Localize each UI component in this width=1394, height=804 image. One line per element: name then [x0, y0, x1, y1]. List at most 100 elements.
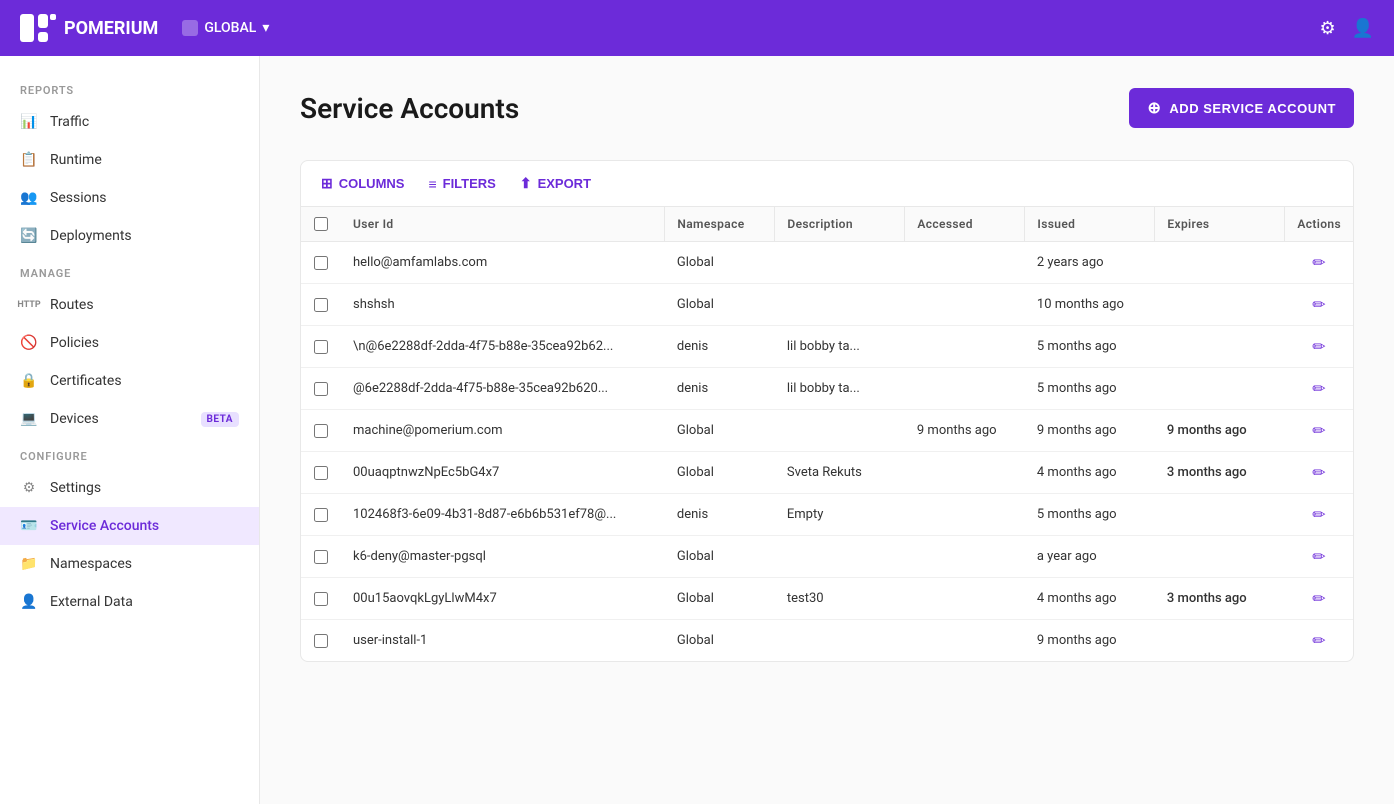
row-checkbox-cell[interactable]	[301, 536, 341, 578]
filters-button[interactable]: ≡ FILTERS	[428, 176, 495, 192]
cell-userid: 00uaqptnwzNpEc5bG4x7	[341, 452, 665, 494]
row-checkbox[interactable]	[314, 424, 328, 438]
table-row: hello@amfamlabs.com Global 2 years ago ✏	[301, 242, 1353, 284]
edit-icon[interactable]: ✏	[1312, 421, 1325, 440]
edit-icon[interactable]: ✏	[1312, 631, 1325, 650]
sidebar-item-traffic[interactable]: 📊 Traffic	[0, 103, 259, 141]
edit-icon[interactable]: ✏	[1312, 379, 1325, 398]
sidebar-item-settings[interactable]: ⚙ Settings	[0, 469, 259, 507]
service-accounts-icon: 🪪	[20, 517, 38, 535]
row-checkbox-cell[interactable]	[301, 452, 341, 494]
row-checkbox-cell[interactable]	[301, 578, 341, 620]
cell-issued: 2 years ago	[1025, 242, 1155, 284]
row-checkbox[interactable]	[314, 466, 328, 480]
user-icon[interactable]: 👤	[1352, 18, 1374, 39]
sidebar-item-service-accounts[interactable]: 🪪 Service Accounts	[0, 507, 259, 545]
cell-accessed	[905, 536, 1025, 578]
table-row: user-install-1 Global 9 months ago ✏	[301, 620, 1353, 662]
row-checkbox-cell[interactable]	[301, 242, 341, 284]
cell-expires: 9 months ago	[1155, 410, 1285, 452]
edit-icon[interactable]: ✏	[1312, 337, 1325, 356]
cell-issued: 4 months ago	[1025, 452, 1155, 494]
cell-issued: 5 months ago	[1025, 494, 1155, 536]
col-header-actions: Actions	[1285, 207, 1353, 242]
row-checkbox-cell[interactable]	[301, 620, 341, 662]
sidebar-item-label: Routes	[50, 297, 94, 313]
page-title: Service Accounts	[300, 92, 519, 125]
cell-userid: 102468f3-6e09-4b31-8d87-e6b6b531ef78@...	[341, 494, 665, 536]
cell-actions[interactable]: ✏	[1285, 326, 1353, 368]
select-all-checkbox[interactable]	[314, 217, 328, 231]
row-checkbox[interactable]	[314, 256, 328, 270]
namespace-selector[interactable]: GLOBAL ▾	[182, 20, 269, 36]
col-header-accessed: Accessed	[905, 207, 1025, 242]
edit-icon[interactable]: ✏	[1312, 589, 1325, 608]
cell-issued: 5 months ago	[1025, 368, 1155, 410]
row-checkbox-cell[interactable]	[301, 410, 341, 452]
cell-actions[interactable]: ✏	[1285, 410, 1353, 452]
settings-icon[interactable]: ⚙	[1319, 18, 1335, 39]
cell-issued: 4 months ago	[1025, 578, 1155, 620]
devices-icon: 💻	[20, 410, 38, 428]
edit-icon[interactable]: ✏	[1312, 295, 1325, 314]
sidebar-item-sessions[interactable]: 👥 Sessions	[0, 179, 259, 217]
table-row: 00uaqptnwzNpEc5bG4x7 Global Sveta Rekuts…	[301, 452, 1353, 494]
cell-expires	[1155, 536, 1285, 578]
cell-actions[interactable]: ✏	[1285, 494, 1353, 536]
row-checkbox[interactable]	[314, 508, 328, 522]
cell-actions[interactable]: ✏	[1285, 452, 1353, 494]
sidebar-item-policies[interactable]: 🚫 Policies	[0, 324, 259, 362]
select-all-header[interactable]	[301, 207, 341, 242]
cell-actions[interactable]: ✏	[1285, 620, 1353, 662]
row-checkbox[interactable]	[314, 634, 328, 648]
add-service-account-button[interactable]: ⊕ ADD SERVICE ACCOUNT	[1129, 88, 1354, 128]
sidebar-item-external-data[interactable]: 👤 External Data	[0, 583, 259, 621]
cell-namespace: Global	[665, 242, 775, 284]
cell-issued: a year ago	[1025, 536, 1155, 578]
cell-accessed	[905, 368, 1025, 410]
cell-description: test30	[775, 578, 905, 620]
edit-icon[interactable]: ✏	[1312, 547, 1325, 566]
edit-icon[interactable]: ✏	[1312, 505, 1325, 524]
cell-actions[interactable]: ✏	[1285, 578, 1353, 620]
cell-namespace: Global	[665, 452, 775, 494]
edit-icon[interactable]: ✏	[1312, 253, 1325, 272]
sidebar-item-runtime[interactable]: 📋 Runtime	[0, 141, 259, 179]
cell-actions[interactable]: ✏	[1285, 284, 1353, 326]
cell-issued: 9 months ago	[1025, 410, 1155, 452]
cell-actions[interactable]: ✏	[1285, 242, 1353, 284]
col-header-expires: Expires	[1155, 207, 1285, 242]
row-checkbox[interactable]	[314, 382, 328, 396]
cell-issued: 9 months ago	[1025, 620, 1155, 662]
row-checkbox-cell[interactable]	[301, 368, 341, 410]
row-checkbox-cell[interactable]	[301, 494, 341, 536]
row-checkbox[interactable]	[314, 550, 328, 564]
row-checkbox-cell[interactable]	[301, 284, 341, 326]
columns-button[interactable]: ⊞ COLUMNS	[321, 175, 404, 192]
deployments-icon: 🔄	[20, 227, 38, 245]
sidebar-item-namespaces[interactable]: 📁 Namespaces	[0, 545, 259, 583]
export-button[interactable]: ⬆ EXPORT	[520, 175, 591, 192]
page-header: Service Accounts ⊕ ADD SERVICE ACCOUNT	[300, 88, 1354, 128]
cell-description: Empty	[775, 494, 905, 536]
brand-name: POMERIUM	[64, 18, 158, 39]
edit-icon[interactable]: ✏	[1312, 463, 1325, 482]
cell-namespace: denis	[665, 368, 775, 410]
col-header-issued: Issued	[1025, 207, 1155, 242]
manage-section-label: MANAGE	[0, 255, 259, 286]
sidebar-item-routes[interactable]: HTTP Routes	[0, 286, 259, 324]
row-checkbox-cell[interactable]	[301, 326, 341, 368]
sidebar-item-certificates[interactable]: 🔒 Certificates	[0, 362, 259, 400]
cell-expires: 3 months ago	[1155, 578, 1285, 620]
sidebar-item-devices[interactable]: 💻 Devices BETA	[0, 400, 259, 438]
cell-description: lil bobby ta...	[775, 326, 905, 368]
cell-expires	[1155, 494, 1285, 536]
cell-actions[interactable]: ✏	[1285, 536, 1353, 578]
sidebar-item-deployments[interactable]: 🔄 Deployments	[0, 217, 259, 255]
row-checkbox[interactable]	[314, 298, 328, 312]
row-checkbox[interactable]	[314, 592, 328, 606]
sidebar-item-label: Sessions	[50, 190, 107, 206]
cell-actions[interactable]: ✏	[1285, 368, 1353, 410]
row-checkbox[interactable]	[314, 340, 328, 354]
sidebar: REPORTS 📊 Traffic 📋 Runtime 👥 Sessions 🔄…	[0, 56, 260, 804]
